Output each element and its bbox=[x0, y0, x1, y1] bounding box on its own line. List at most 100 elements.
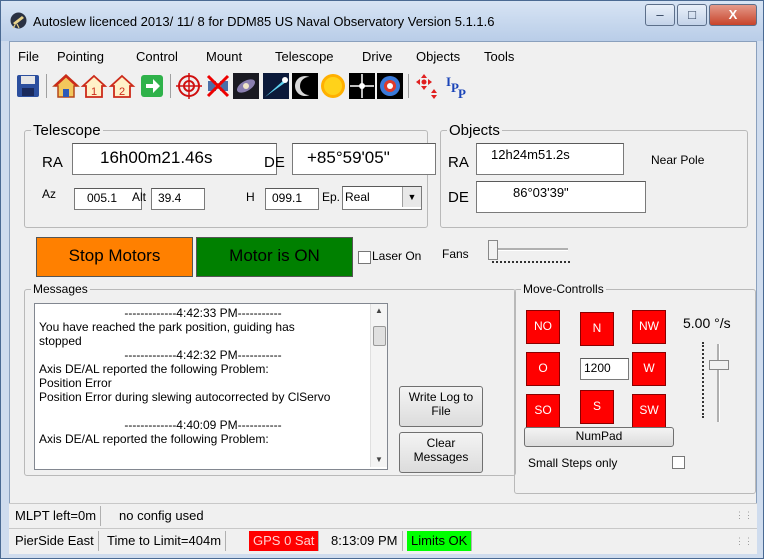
app-logo-icon[interactable]: IPP bbox=[444, 72, 472, 101]
fans-label: Fans bbox=[442, 247, 469, 261]
epoch-select[interactable]: Real ▼ bbox=[342, 186, 422, 210]
laser-on-checkbox[interactable] bbox=[358, 251, 371, 264]
messages-lines: -------------4:42:33 PM----------- You ha… bbox=[35, 306, 371, 446]
messages-legend: Messages bbox=[33, 282, 88, 296]
limits-status-badge: Limits OK bbox=[407, 531, 473, 551]
objects-ra-value: 12h24m51.2s bbox=[476, 143, 624, 175]
message-line: -------------4:42:33 PM----------- bbox=[124, 306, 282, 320]
close-button[interactable]: X bbox=[709, 4, 757, 26]
toolbar-separator bbox=[408, 74, 409, 98]
moon-icon[interactable] bbox=[291, 72, 319, 100]
menu-drive[interactable]: Drive bbox=[362, 49, 392, 64]
move-n-button[interactable]: N bbox=[580, 312, 614, 346]
window-title: Autoslew licenced 2013/ 11/ 8 for DDM85 … bbox=[33, 14, 495, 29]
stop-motors-button[interactable]: Stop Motors bbox=[36, 237, 193, 277]
messages-scrollbar[interactable]: ▲ ▼ bbox=[370, 304, 387, 467]
move-no-button[interactable]: NO bbox=[526, 310, 560, 344]
scroll-thumb[interactable] bbox=[373, 326, 386, 346]
satellite-off-icon[interactable] bbox=[204, 72, 232, 100]
toolbar-separator bbox=[170, 74, 171, 98]
objects-legend: Objects bbox=[449, 122, 500, 139]
sun-icon[interactable] bbox=[319, 72, 347, 100]
client-area: File Pointing Control Mount Telescope Dr… bbox=[9, 41, 757, 553]
home-park-icon[interactable] bbox=[52, 72, 80, 100]
park-2-icon[interactable]: 2 bbox=[108, 72, 136, 100]
svg-text:P: P bbox=[458, 86, 466, 100]
speed-input[interactable]: 1200 bbox=[580, 358, 629, 380]
move-o-button[interactable]: O bbox=[526, 352, 560, 386]
move-so-button[interactable]: SO bbox=[526, 394, 560, 428]
move-w-button[interactable]: W bbox=[632, 352, 666, 386]
clear-messages-label-2: Messages bbox=[413, 450, 469, 464]
clear-messages-button[interactable]: Clear Messages bbox=[399, 432, 483, 473]
target-crosshair-icon[interactable] bbox=[175, 72, 203, 100]
fans-slider[interactable] bbox=[486, 238, 576, 268]
telescope-az-label: Az bbox=[42, 187, 57, 201]
write-log-label-1: Write Log to bbox=[408, 390, 474, 404]
telescope-h-label: H bbox=[246, 190, 255, 204]
telescope-ep-label: Ep. bbox=[322, 190, 341, 204]
status-bar-2: PierSide East Time to Limit=404m GPS 0 S… bbox=[9, 528, 757, 554]
directions-icon[interactable] bbox=[414, 72, 442, 100]
rate-slider-track bbox=[717, 344, 720, 422]
write-log-button[interactable]: Write Log to File bbox=[399, 386, 483, 427]
epoch-select-value: Real bbox=[345, 190, 370, 204]
objects-de-value: 86°03'39" bbox=[476, 181, 646, 213]
park-1-icon[interactable]: 1 bbox=[80, 72, 108, 100]
scroll-down-icon[interactable]: ▼ bbox=[371, 453, 387, 467]
resize-grip-icon[interactable]: ⋮⋮ bbox=[735, 510, 753, 521]
star-icon[interactable] bbox=[348, 72, 376, 100]
message-line: Position Error during slewing autocorrec… bbox=[39, 390, 331, 404]
menu-control[interactable]: Control bbox=[136, 49, 178, 64]
write-log-label-2: File bbox=[431, 404, 451, 418]
rate-slider-thumb[interactable] bbox=[709, 360, 729, 370]
svg-text:1: 1 bbox=[91, 86, 97, 98]
fans-slider-track bbox=[492, 248, 568, 251]
move-sw-button[interactable]: SW bbox=[632, 394, 666, 428]
rate-slider-ticks bbox=[702, 342, 706, 418]
fans-slider-thumb[interactable] bbox=[488, 240, 498, 260]
planet-icon[interactable] bbox=[376, 72, 404, 100]
fans-slider-ticks bbox=[492, 261, 570, 265]
message-line: -------------4:42:32 PM----------- bbox=[124, 348, 282, 362]
telescope-alt-value: 39.4 bbox=[151, 188, 205, 210]
save-icon[interactable] bbox=[14, 72, 42, 100]
telescope-ra-label: RA bbox=[42, 154, 63, 171]
small-steps-label: Small Steps only bbox=[528, 456, 618, 470]
small-steps-checkbox[interactable] bbox=[672, 456, 685, 469]
menu-mount[interactable]: Mount bbox=[206, 49, 242, 64]
clear-messages-label-1: Clear bbox=[426, 436, 456, 450]
message-line: -------------4:40:09 PM----------- bbox=[124, 418, 282, 432]
menu-file[interactable]: File bbox=[18, 49, 39, 64]
rate-slider[interactable] bbox=[700, 340, 740, 426]
messages-list[interactable]: -------------4:42:33 PM----------- You ha… bbox=[34, 303, 388, 470]
scroll-up-icon[interactable]: ▲ bbox=[371, 304, 387, 318]
menu-tools[interactable]: Tools bbox=[484, 49, 514, 64]
message-line: Axis DE/AL reported the following Proble… bbox=[39, 432, 269, 446]
chevron-down-icon[interactable]: ▼ bbox=[402, 187, 421, 207]
telescope-h-value: 099.1 bbox=[265, 188, 319, 210]
maximize-button[interactable]: □ bbox=[677, 4, 707, 26]
menu-objects[interactable]: Objects bbox=[416, 49, 460, 64]
telescope-group: Telescope bbox=[24, 122, 428, 228]
clock-status: 8:13:09 PM bbox=[327, 531, 403, 551]
config-status: no config used bbox=[119, 508, 204, 523]
menu-telescope[interactable]: Telescope bbox=[275, 49, 334, 64]
pierside-status: PierSide East bbox=[11, 531, 99, 551]
minimize-button[interactable]: – bbox=[645, 4, 675, 26]
objects-ra-label: RA bbox=[448, 154, 469, 171]
title-bar[interactable]: Autoslew licenced 2013/ 11/ 8 for DDM85 … bbox=[1, 1, 763, 41]
move-s-button[interactable]: S bbox=[580, 390, 614, 424]
galaxy-icon[interactable] bbox=[232, 72, 260, 100]
comet-icon[interactable] bbox=[262, 72, 290, 100]
mlpt-status: MLPT left=0m bbox=[11, 506, 102, 526]
telescope-ra-value: 16h00m21.46s bbox=[72, 143, 277, 175]
move-nw-button[interactable]: NW bbox=[632, 310, 666, 344]
telescope-de-label: DE bbox=[264, 154, 285, 171]
menu-pointing[interactable]: Pointing bbox=[57, 49, 104, 64]
resize-grip-icon[interactable]: ⋮⋮ bbox=[735, 536, 753, 547]
message-line: Position Error bbox=[39, 376, 112, 390]
go-arrow-icon[interactable] bbox=[138, 72, 166, 100]
numpad-button[interactable]: NumPad bbox=[524, 427, 674, 447]
toolbar: 1 2 I P P bbox=[10, 68, 756, 102]
